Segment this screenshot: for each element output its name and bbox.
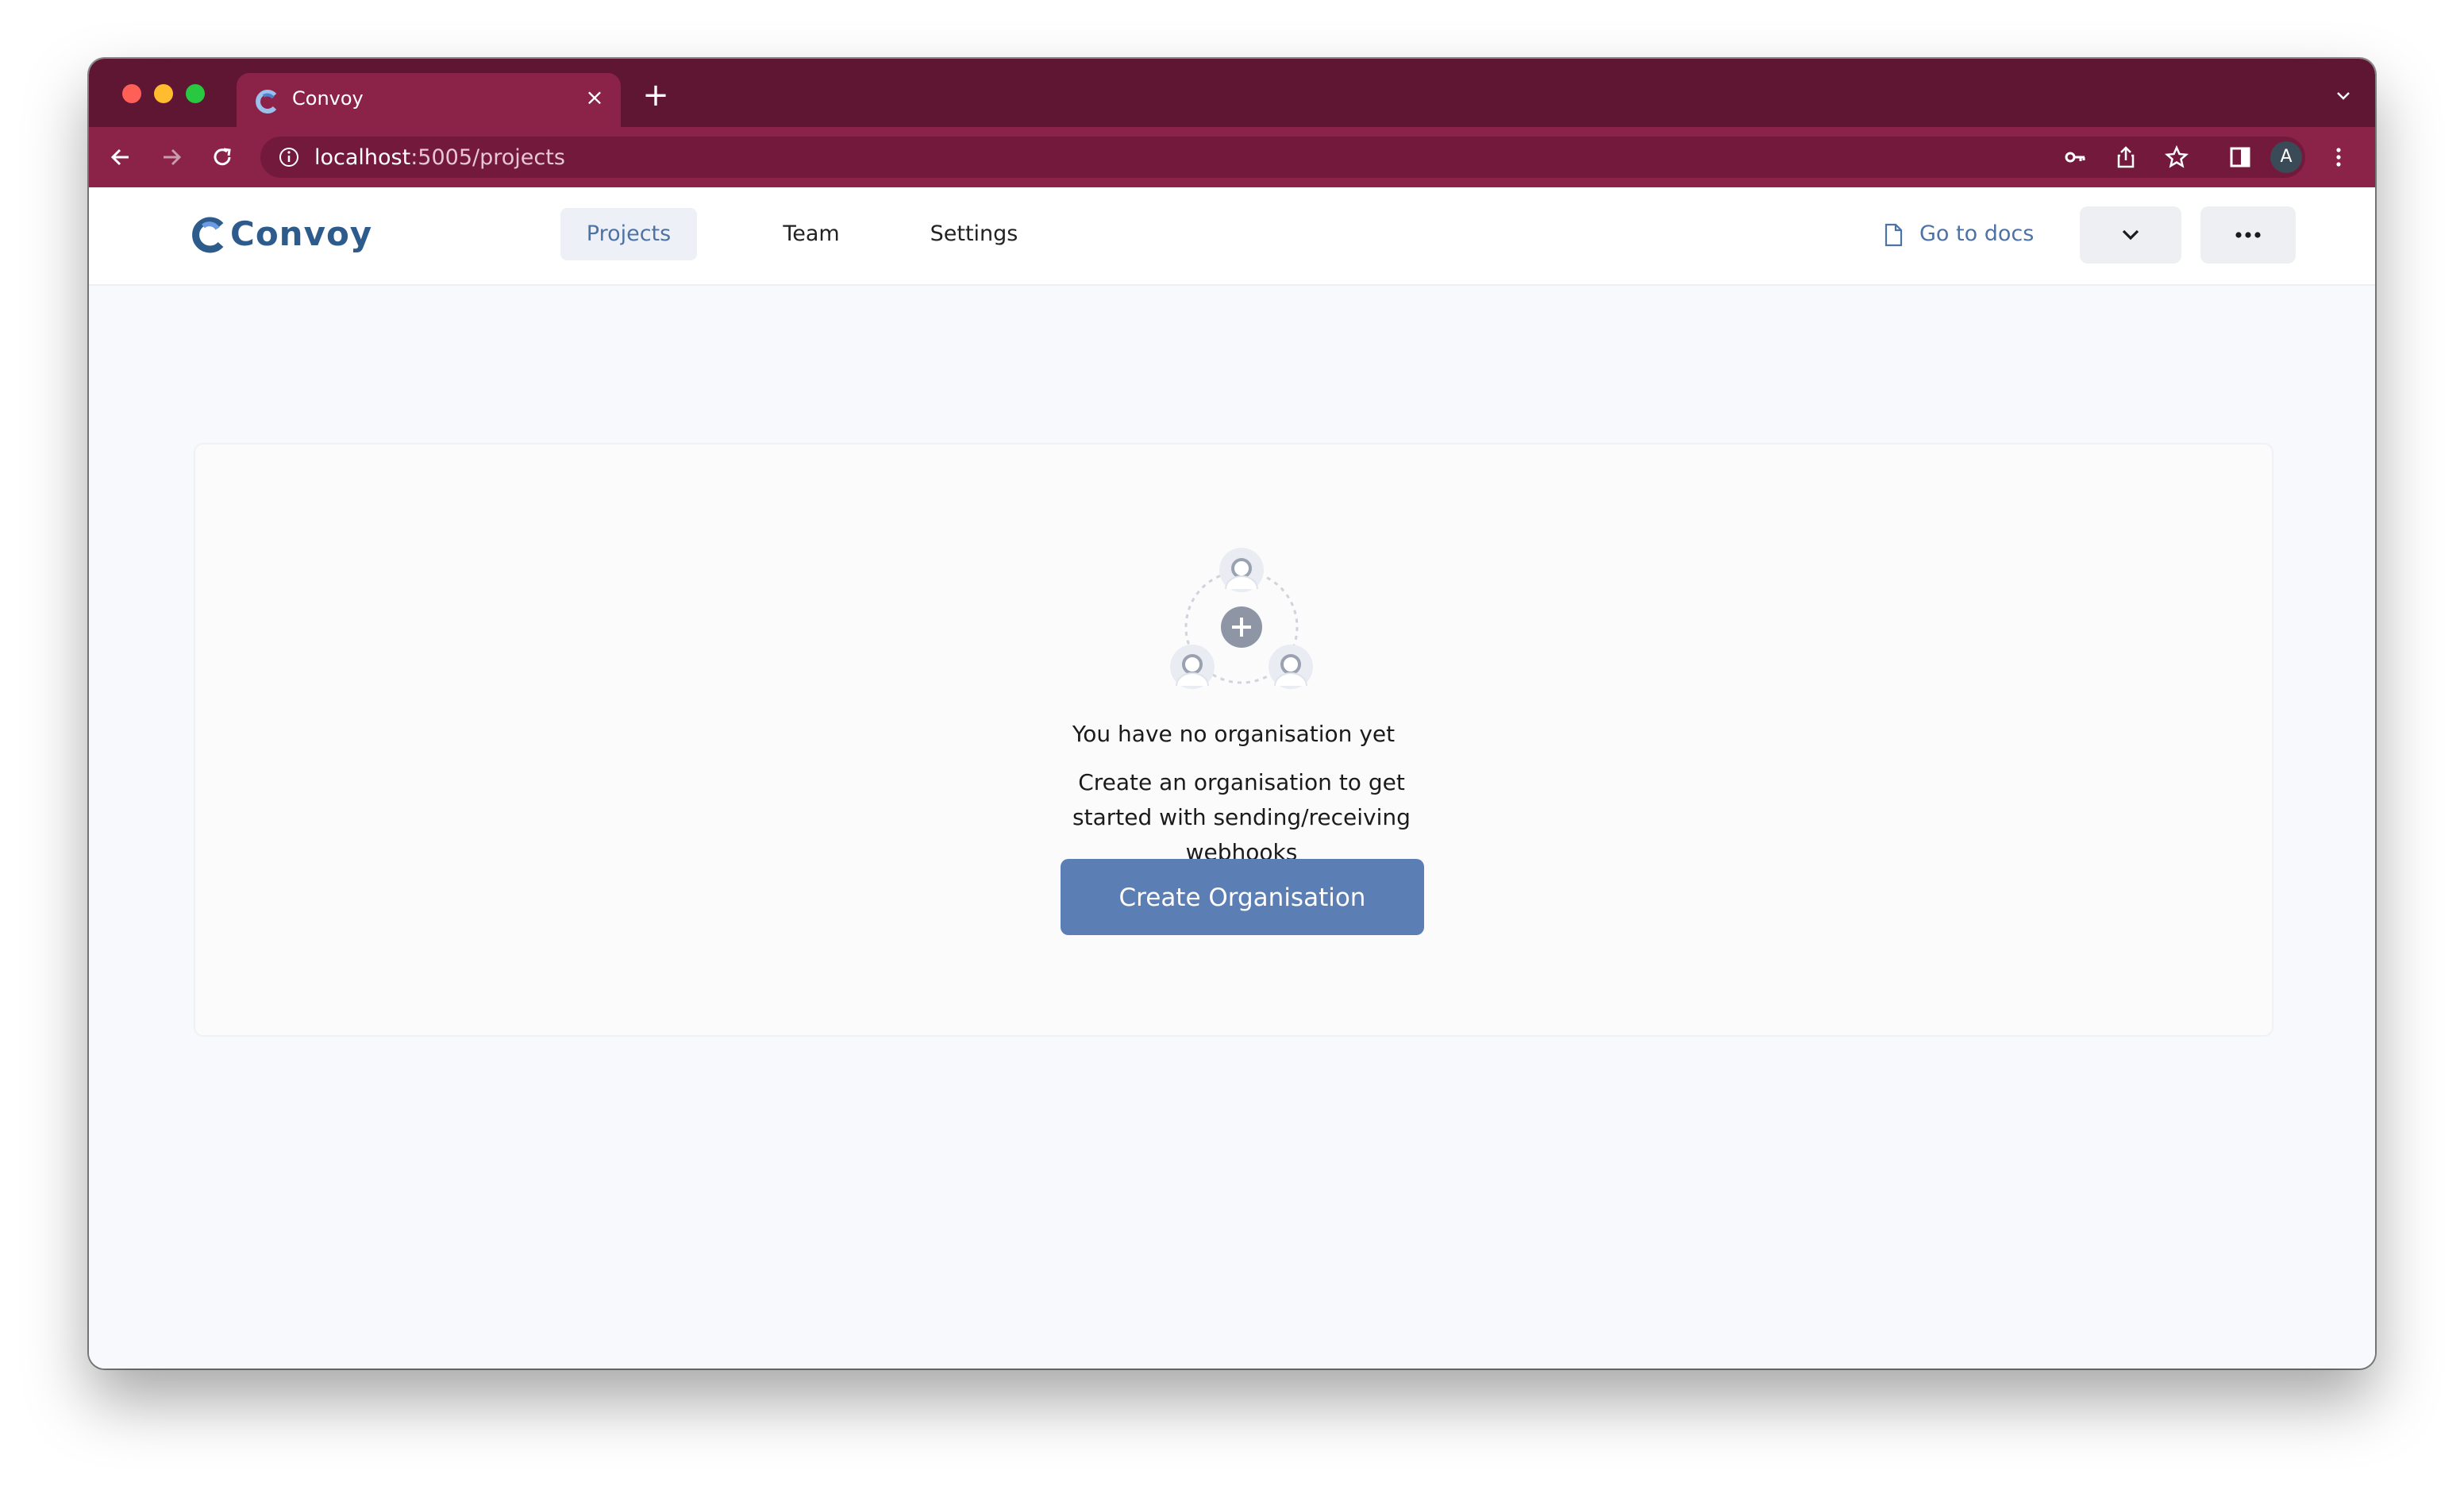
url-text: localhost:5005/projects [314, 145, 565, 170]
nav-settings[interactable]: Settings [908, 208, 1040, 260]
browser-tab-convoy[interactable]: Convoy × [237, 73, 621, 127]
avatar-left [1170, 645, 1215, 689]
tab-title: Convoy [292, 87, 364, 110]
empty-state-description: Create an organisation to get started wi… [1072, 769, 1411, 865]
star-icon[interactable] [2164, 144, 2189, 170]
avatar-top [1219, 548, 1264, 592]
url-host: localhost [314, 145, 411, 170]
nav-team[interactable]: Team [756, 208, 867, 260]
kebab-menu-icon[interactable] [2326, 144, 2351, 170]
maximize-window-button[interactable] [186, 84, 205, 103]
key-icon[interactable] [2062, 144, 2088, 170]
docs-link-label: Go to docs [1919, 221, 2035, 246]
tab-strip: Convoy × + [89, 59, 2375, 127]
share-icon[interactable] [2113, 144, 2139, 170]
back-arrow-icon[interactable] [106, 143, 135, 171]
more-horizontal-icon [2235, 232, 2261, 238]
info-icon[interactable] [278, 146, 300, 168]
chevron-down-icon [2122, 229, 2139, 241]
plus-icon[interactable]: + [641, 79, 670, 111]
side-panel-icon[interactable] [2227, 144, 2253, 170]
minimize-window-button[interactable] [154, 84, 173, 103]
nav-projects[interactable]: Projects [560, 208, 697, 260]
convoy-favicon-icon [256, 90, 277, 114]
empty-state-title: You have no organisation yet [1072, 721, 1396, 747]
logo-text: Convoy [230, 214, 373, 253]
organisation-dropdown-button[interactable] [2080, 206, 2181, 264]
app-header: Convoy Projects Team Settings Go to docs [89, 187, 2375, 286]
address-bar[interactable]: localhost:5005/projects [260, 137, 2305, 178]
profile-avatar[interactable]: A [2270, 141, 2302, 173]
empty-state-card: You have no organisation yet Create an o… [194, 443, 2273, 1037]
create-organisation-button[interactable]: Create Organisation [1061, 859, 1424, 935]
forward-arrow-icon[interactable] [157, 143, 186, 171]
document-icon [1885, 223, 1903, 247]
convoy-logo-icon [192, 217, 224, 253]
reload-icon[interactable] [208, 143, 237, 171]
browser-toolbar: localhost:5005/projects A [89, 127, 2375, 187]
more-options-button[interactable] [2200, 206, 2296, 264]
browser-window: Convoy × + localhost:5005/projects A Con… [89, 59, 2375, 1369]
url-path: :5005/projects [410, 145, 565, 170]
close-icon[interactable]: × [583, 86, 606, 110]
team-illustration-icon [1170, 548, 1313, 689]
app-content: Convoy Projects Team Settings Go to docs [89, 187, 2375, 1369]
tab-search-chevron-icon[interactable] [2334, 86, 2353, 105]
close-window-button[interactable] [122, 84, 141, 103]
avatar-right [1269, 645, 1313, 689]
